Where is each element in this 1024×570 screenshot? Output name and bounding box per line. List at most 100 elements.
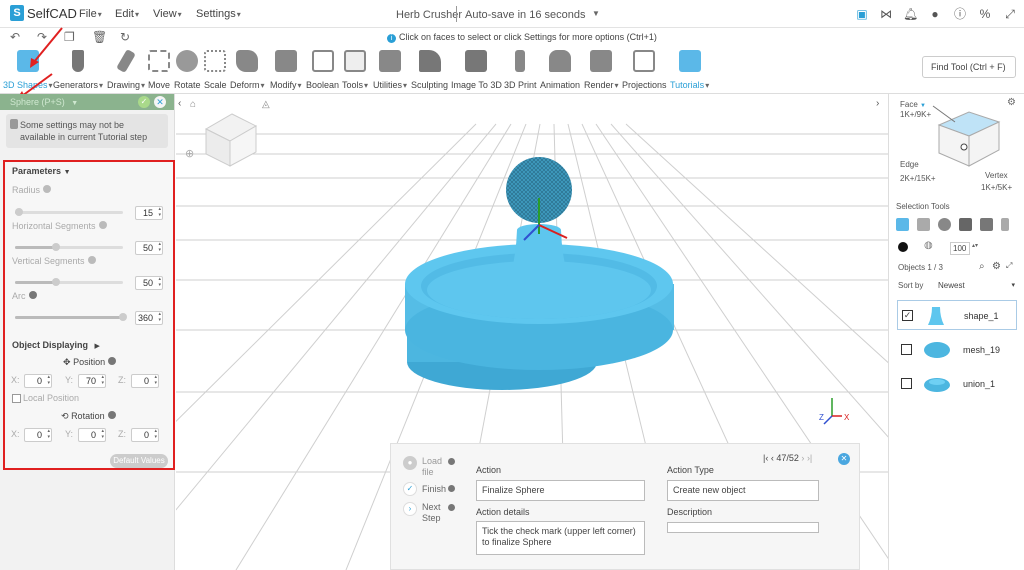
notification-bell-icon[interactable]: 🔔︎ bbox=[903, 7, 918, 21]
object-row-shape-1[interactable]: ✓ shape_1 bbox=[897, 300, 1017, 330]
find-tool-input[interactable]: Find Tool (Ctrl + F) bbox=[922, 56, 1016, 78]
tool-drawing[interactable]: Drawing bbox=[107, 48, 145, 90]
local-position-checkbox[interactable] bbox=[12, 394, 21, 403]
radius-label: Radius bbox=[12, 185, 52, 195]
tool-deform[interactable]: Deform bbox=[230, 50, 265, 90]
sort-select[interactable]: Newest ▾ bbox=[935, 277, 1017, 293]
sphere-panel: Sphere (P+S) ▼ ✓ ✕ Some settings may not… bbox=[0, 94, 175, 570]
material-icon[interactable]: ◍ bbox=[924, 240, 933, 251]
select-box-icon[interactable] bbox=[980, 218, 993, 231]
autosave-dropdown-icon[interactable]: ▼ bbox=[592, 9, 600, 18]
chevron-down-icon[interactable]: ▼ bbox=[71, 100, 78, 107]
user-icon[interactable]: ● bbox=[928, 7, 942, 21]
app-logo[interactable]: S SelfCAD bbox=[10, 5, 77, 21]
close-panel-button[interactable]: ✕ bbox=[154, 96, 166, 108]
next-page-icon[interactable]: › bbox=[801, 453, 804, 463]
parameters-title[interactable]: Parameters ▼ bbox=[12, 166, 71, 176]
units-icon[interactable]: % bbox=[978, 7, 992, 21]
search-icon[interactable]: ⌕ bbox=[979, 261, 985, 272]
tool-projections[interactable]: Projections bbox=[622, 50, 667, 90]
collapse-left-panel-icon[interactable]: ‹ bbox=[178, 98, 181, 109]
info-icon[interactable]: ⓘ bbox=[953, 7, 967, 21]
object-displaying-title[interactable]: Object Displaying ▶ bbox=[12, 340, 100, 350]
default-values-button[interactable]: Default Values bbox=[110, 454, 168, 468]
document-title[interactable]: Herb Crusher bbox=[396, 9, 462, 21]
rotation-y-input[interactable]: 0 bbox=[78, 428, 106, 442]
tool-tutorials[interactable]: Tutorials bbox=[670, 50, 709, 90]
arc-slider[interactable] bbox=[15, 313, 127, 321]
modify-icon bbox=[274, 50, 297, 72]
rotation-z-input[interactable]: 0 bbox=[131, 428, 159, 442]
collapse-right-panel-icon[interactable]: › bbox=[876, 98, 879, 109]
fullscreen-icon[interactable]: ⤢ bbox=[1003, 7, 1017, 21]
selection-mode-cube-icon[interactable] bbox=[929, 100, 1009, 180]
description-label: Description bbox=[667, 507, 713, 517]
opacity-input[interactable]: 100 bbox=[950, 242, 970, 255]
share-icon[interactable]: ⋈ bbox=[879, 7, 893, 21]
object-row-mesh-19[interactable]: mesh_19 bbox=[897, 335, 1017, 365]
tool-move[interactable]: Move bbox=[148, 50, 170, 90]
last-page-icon[interactable]: ›| bbox=[807, 453, 812, 463]
tool-utilities[interactable]: Utilities bbox=[373, 50, 407, 90]
view-cube-home-icon[interactable]: ⊕ bbox=[185, 148, 194, 160]
refresh-icon[interactable]: ↻ bbox=[120, 30, 130, 44]
gear-icon[interactable]: ⚙ bbox=[992, 261, 1001, 272]
arc-input[interactable]: 360 bbox=[135, 311, 163, 325]
color-swatch[interactable] bbox=[898, 242, 908, 252]
position-x-input[interactable]: 0 bbox=[24, 374, 52, 388]
tool-3d-print[interactable]: 3D Print bbox=[504, 50, 537, 90]
home-view-icon[interactable]: ⌂ bbox=[190, 99, 196, 110]
opacity-stepper-icon[interactable]: ▴▾ bbox=[972, 242, 978, 249]
tool-boolean[interactable]: Boolean bbox=[306, 50, 339, 90]
object-checkbox[interactable] bbox=[901, 344, 912, 355]
herb-crusher-model[interactable] bbox=[405, 157, 674, 390]
select-mesh-icon[interactable] bbox=[917, 218, 930, 231]
menu-edit[interactable]: Edit bbox=[115, 8, 139, 20]
position-z-input[interactable]: 0 bbox=[131, 374, 159, 388]
radius-input[interactable]: 15 bbox=[135, 206, 163, 220]
select-edge-icon[interactable] bbox=[1001, 218, 1009, 231]
tool-render[interactable]: Render bbox=[584, 50, 619, 90]
horizontal-segments-input[interactable]: 50 bbox=[135, 241, 163, 255]
close-tutorial-button[interactable]: ✕ bbox=[838, 453, 850, 465]
save-icon[interactable]: ▣ bbox=[855, 7, 869, 21]
selection-tools-label: Selection Tools bbox=[896, 202, 950, 211]
object-row-union-1[interactable]: union_1 bbox=[897, 369, 1017, 399]
tool-tools[interactable]: Tools bbox=[342, 50, 368, 90]
expand-icon[interactable]: ⤢ bbox=[1006, 261, 1012, 271]
vertical-segments-slider[interactable] bbox=[15, 278, 123, 286]
object-checkbox[interactable]: ✓ bbox=[902, 310, 913, 321]
position-y-input[interactable]: 70 bbox=[78, 374, 106, 388]
tool-modify[interactable]: Modify bbox=[270, 50, 302, 90]
tool-animation[interactable]: Animation bbox=[540, 50, 580, 90]
select-object-icon[interactable] bbox=[896, 218, 909, 231]
object-checkbox[interactable] bbox=[901, 378, 912, 389]
rotation-x-input[interactable]: 0 bbox=[24, 428, 52, 442]
tool-scale[interactable]: Scale bbox=[204, 50, 227, 90]
pos-z-label: Z: bbox=[118, 375, 126, 385]
menu-file[interactable]: File bbox=[79, 8, 102, 20]
tool-image-to-3d[interactable]: Image To 3D bbox=[451, 50, 502, 90]
menu-view[interactable]: View bbox=[153, 8, 182, 20]
select-sphere-icon[interactable] bbox=[938, 218, 951, 231]
slider-knob[interactable] bbox=[52, 243, 61, 251]
light-icon[interactable]: ◬ bbox=[262, 99, 270, 110]
tutorial-pager: |‹ ‹ 47/52 › ›| bbox=[763, 453, 812, 463]
first-page-icon[interactable]: |‹ bbox=[763, 453, 768, 463]
menu-settings[interactable]: Settings bbox=[196, 8, 241, 20]
slider-knob[interactable] bbox=[119, 313, 127, 321]
slider-knob[interactable] bbox=[15, 208, 24, 216]
rotate-icon bbox=[176, 50, 199, 72]
finalize-check-button[interactable]: ✓ bbox=[138, 96, 150, 108]
view-cube[interactable] bbox=[204, 113, 258, 167]
move-icon: ✥ bbox=[63, 357, 71, 367]
radius-slider[interactable] bbox=[15, 208, 123, 216]
tool-sculpting[interactable]: Sculpting bbox=[411, 50, 448, 90]
select-faces-icon[interactable] bbox=[959, 218, 972, 231]
vertical-segments-input[interactable]: 50 bbox=[135, 276, 163, 290]
prev-page-icon[interactable]: ‹ bbox=[771, 453, 774, 463]
horizontal-segments-slider[interactable] bbox=[15, 243, 123, 251]
slider-knob[interactable] bbox=[52, 278, 61, 286]
tool-rotate[interactable]: Rotate bbox=[174, 50, 201, 90]
delete-icon[interactable]: 🗑︎ bbox=[92, 30, 107, 44]
